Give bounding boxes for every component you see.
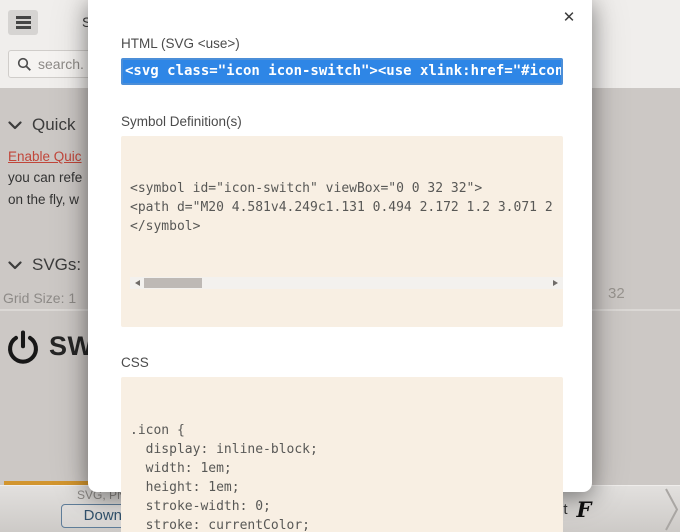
symbol-code-text: <symbol id="icon-switch" viewBox="0 0 32…: [130, 179, 563, 236]
svg-code-dialog: ✕ HTML (SVG <use>) <svg class="icon icon…: [88, 0, 592, 492]
screen: Si search. Quick Enable Quic you can ref…: [0, 0, 680, 532]
html-use-label: HTML (SVG <use>): [121, 36, 563, 51]
enable-quick-link[interactable]: Enable Quic: [8, 149, 82, 164]
section-svgs[interactable]: SVGs:: [8, 255, 81, 275]
tab-separator-chevron: [664, 487, 680, 532]
symbol-definitions-code[interactable]: <symbol id="icon-switch" viewBox="0 0 32…: [121, 136, 563, 327]
css-label: CSS: [121, 355, 563, 370]
quick-description-line: you can refe: [8, 170, 82, 185]
glyph-name: SW: [49, 331, 94, 362]
search-icon: [17, 57, 32, 72]
html-use-input[interactable]: <svg class="icon icon-switch"><use xlink…: [121, 58, 563, 85]
dialog-body: HTML (SVG <use>) <svg class="icon icon-s…: [121, 36, 563, 532]
close-icon[interactable]: ✕: [559, 8, 579, 28]
quick-heading: Quick: [32, 115, 75, 135]
search-placeholder: search.: [38, 56, 84, 72]
grid-size-label: Grid Size: 1: [3, 290, 76, 306]
power-icon[interactable]: [7, 329, 39, 371]
chevron-down-icon: [8, 121, 22, 130]
scroll-right-arrow-icon[interactable]: [553, 280, 558, 286]
quick-description-line: on the fly, w: [8, 192, 79, 207]
scroll-left-arrow-icon[interactable]: [135, 280, 140, 286]
scrollbar-thumb[interactable]: [144, 278, 202, 288]
script-f-icon: F: [577, 497, 592, 522]
horizontal-scrollbar[interactable]: [130, 277, 563, 289]
symbol-definitions-label: Symbol Definition(s): [121, 114, 563, 129]
selected-code-text: <svg class="icon icon-switch"><use xlink…: [123, 60, 563, 83]
svgs-heading: SVGs:: [32, 255, 81, 275]
grid-size-max-value: 32: [608, 285, 625, 302]
menu-button[interactable]: [8, 10, 38, 35]
chevron-down-icon: [8, 261, 22, 270]
section-quick[interactable]: Quick: [8, 115, 75, 135]
css-code[interactable]: .icon { display: inline-block; width: 1e…: [121, 377, 563, 532]
css-code-text: .icon { display: inline-block; width: 1e…: [130, 421, 563, 532]
